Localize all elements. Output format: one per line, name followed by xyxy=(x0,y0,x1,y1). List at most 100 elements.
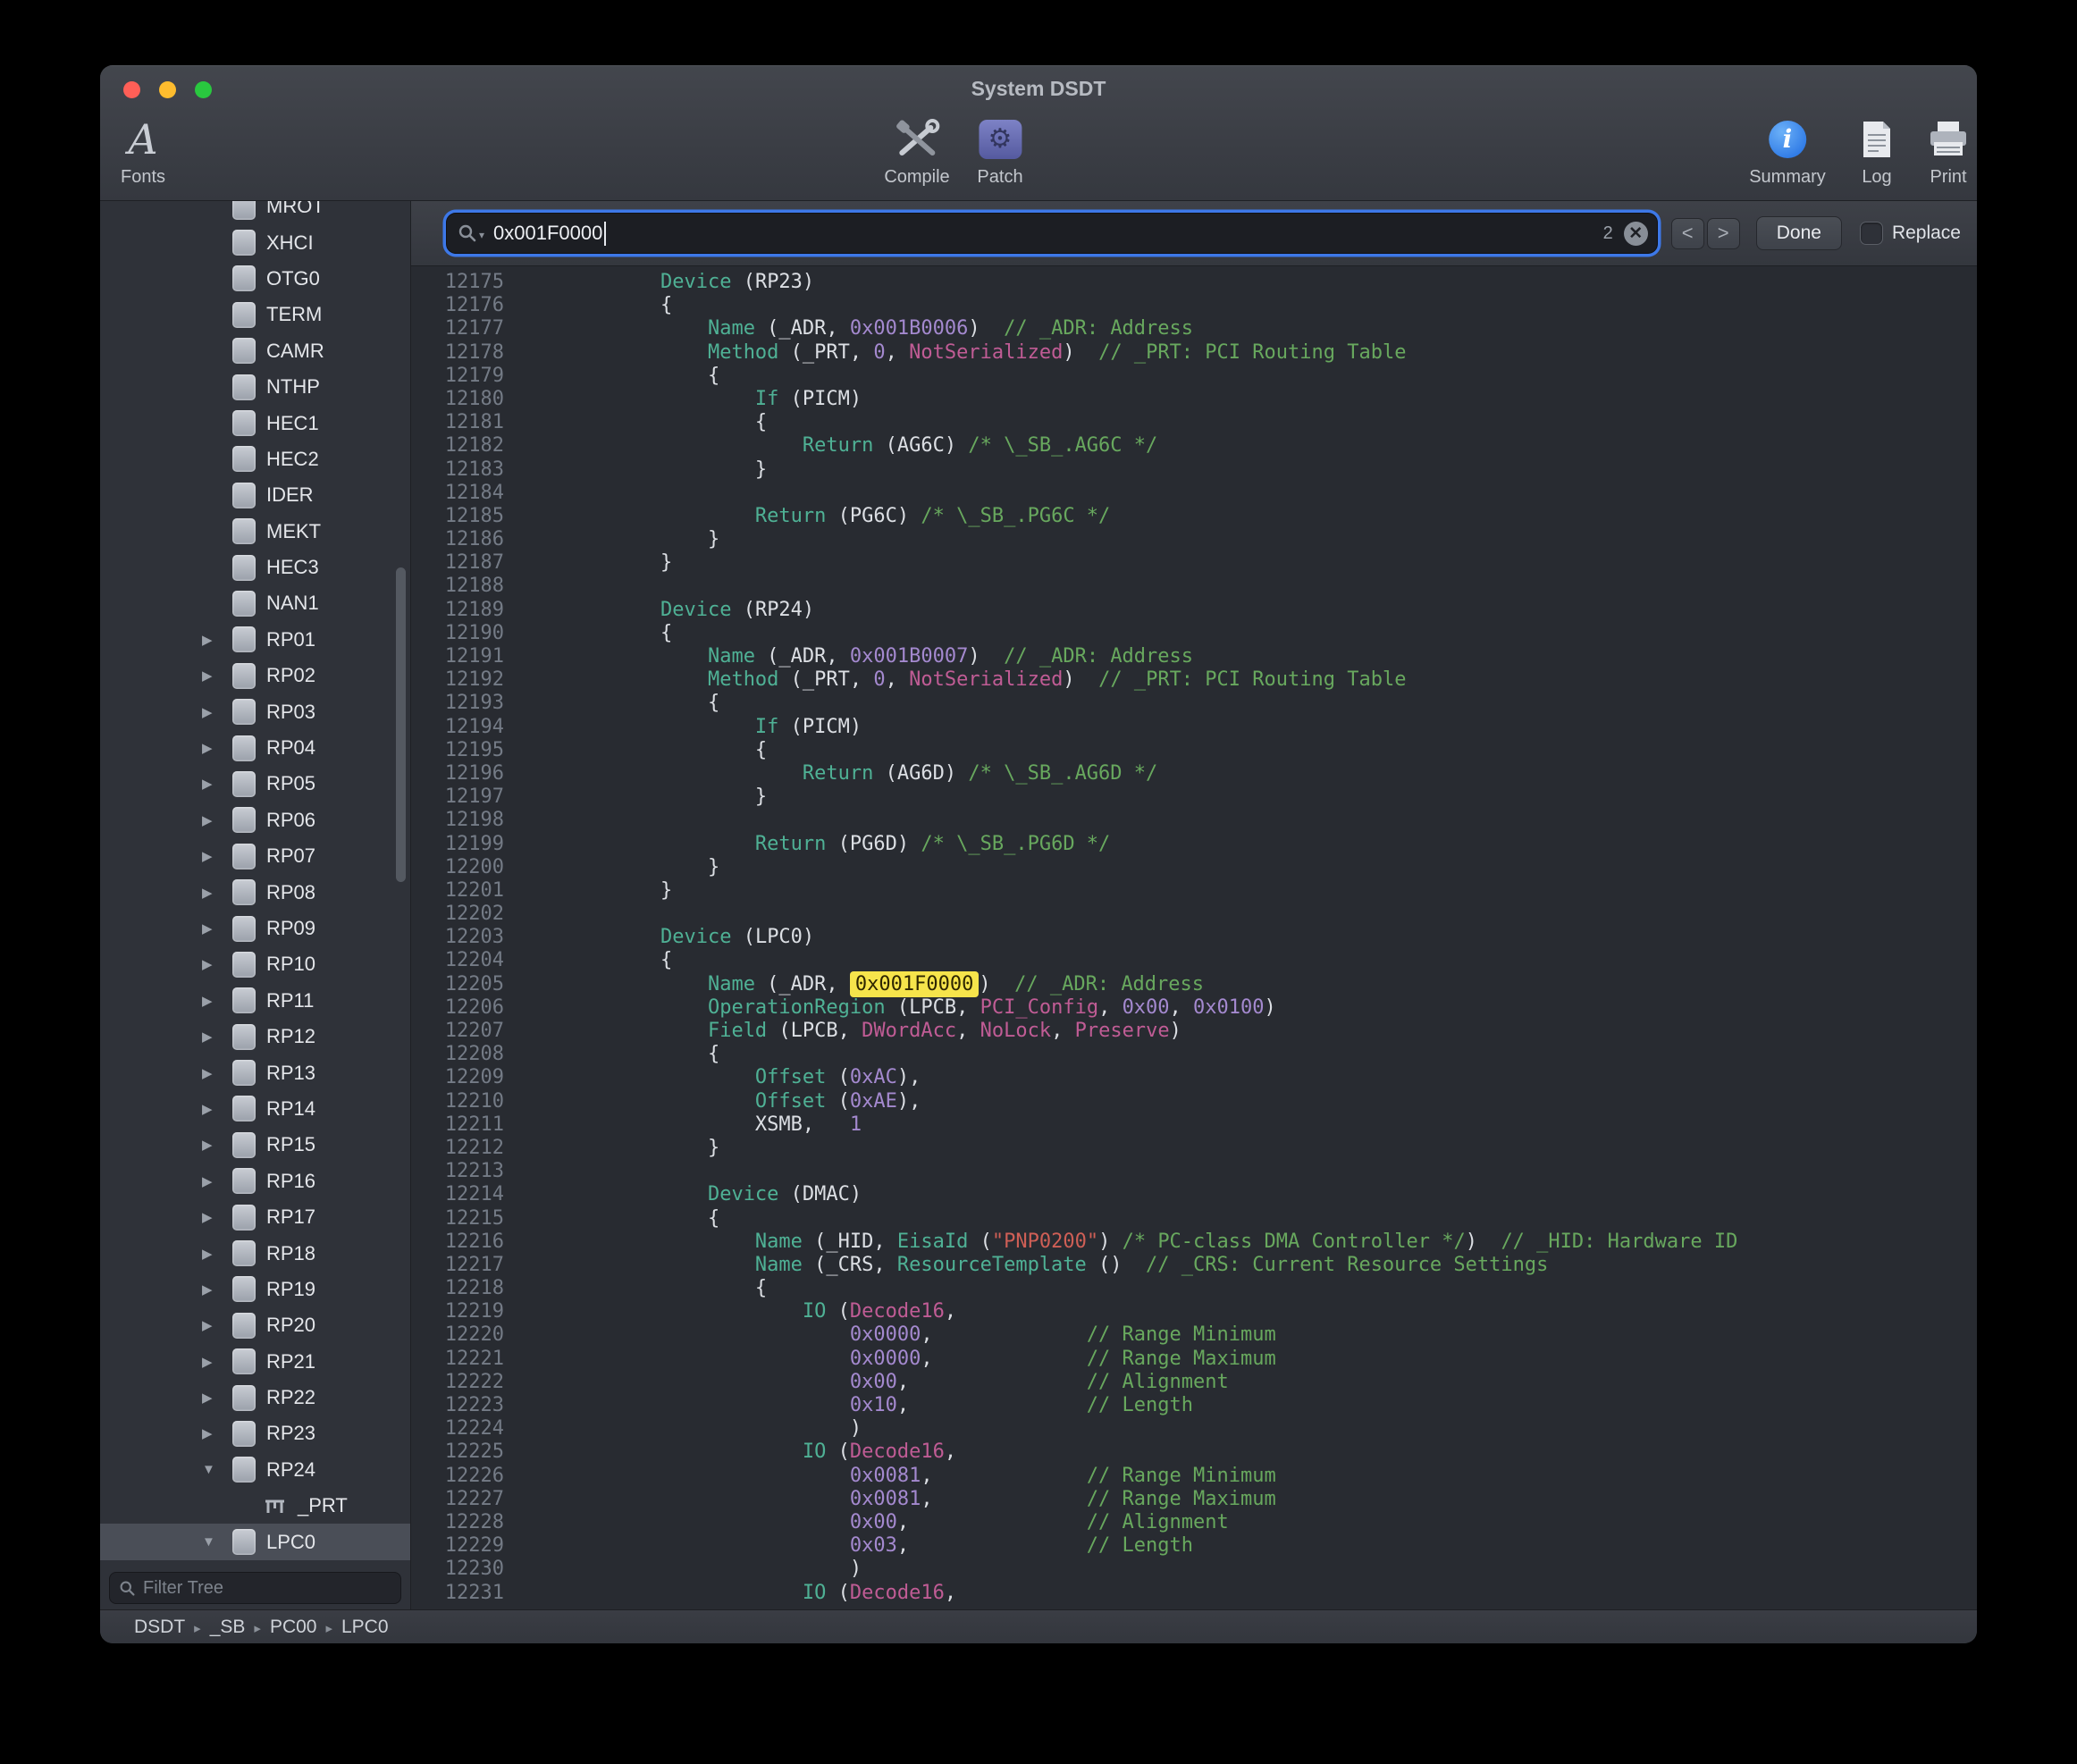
sidebar-item-prt[interactable]: _PRT xyxy=(100,1488,410,1524)
sidebar-item-rp13[interactable]: ▶RP13 xyxy=(100,1054,410,1090)
sidebar-item-label: RP21 xyxy=(266,1350,315,1373)
sidebar-item-rp09[interactable]: ▶RP09 xyxy=(100,911,410,946)
compile-button[interactable]: Compile xyxy=(884,113,949,188)
sidebar-item-rp17[interactable]: ▶RP17 xyxy=(100,1199,410,1235)
disclosure-triangle-icon[interactable]: ▶ xyxy=(202,1029,232,1045)
previous-match-button[interactable]: < xyxy=(1671,218,1704,249)
sidebar-item-rp10[interactable]: ▶RP10 xyxy=(100,946,410,982)
line-number: 12217 xyxy=(411,1254,504,1277)
sidebar-item-term[interactable]: TERM xyxy=(100,297,410,332)
fonts-label: Fonts xyxy=(121,167,165,188)
disclosure-triangle-icon[interactable]: ▶ xyxy=(202,1246,232,1262)
filter-tree-input[interactable] xyxy=(143,1578,391,1599)
replace-checkbox[interactable] xyxy=(1860,222,1883,245)
replace-label: Replace xyxy=(1892,223,1961,244)
sidebar-item-camr[interactable]: CAMR xyxy=(100,333,410,369)
sidebar-item-rp01[interactable]: ▶RP01 xyxy=(100,622,410,658)
sidebar-item-rp04[interactable]: ▶RP04 xyxy=(100,730,410,766)
sidebar-item-rp18[interactable]: ▶RP18 xyxy=(100,1235,410,1271)
sidebar-item-hec1[interactable]: HEC1 xyxy=(100,405,410,441)
code-area[interactable]: Device (RP23) { Name (_ADR, 0x001B0006) … xyxy=(518,266,1977,1609)
disclosure-triangle-icon[interactable]: ▶ xyxy=(202,848,232,864)
sidebar-item-rp23[interactable]: ▶RP23 xyxy=(100,1415,410,1451)
next-match-button[interactable]: > xyxy=(1707,218,1740,249)
sidebar-item-mekt[interactable]: MEKT xyxy=(100,514,410,550)
log-button[interactable]: Log xyxy=(1861,113,1893,188)
sidebar-item-rp06[interactable]: ▶ RP06 xyxy=(100,802,410,838)
breadcrumb-item-dsdt[interactable]: DSDT xyxy=(134,1617,185,1638)
disclosure-triangle-icon[interactable]: ▶ xyxy=(202,776,232,792)
scope-icon xyxy=(232,807,256,833)
disclosure-triangle-icon[interactable]: ▶ xyxy=(202,812,232,828)
sidebar-item-rp12[interactable]: ▶RP12 xyxy=(100,1019,410,1054)
disclosure-triangle-icon[interactable]: ▶ xyxy=(202,668,232,684)
disclosure-triangle-icon[interactable]: ▶ xyxy=(202,1101,232,1117)
sidebar-item-rp11[interactable]: ▶RP11 xyxy=(100,983,410,1019)
sidebar-item-rp24[interactable]: ▼RP24 xyxy=(100,1452,410,1488)
sidebar-item-rp22[interactable]: ▶RP22 xyxy=(100,1380,410,1415)
sidebar-item-nan1[interactable]: NAN1 xyxy=(100,585,410,621)
line-number: 12229 xyxy=(411,1534,504,1558)
code-line: Return (AG6D) /* \_SB_.AG6D */ xyxy=(566,762,1977,785)
sidebar-item-rp05[interactable]: ▶RP05 xyxy=(100,766,410,802)
disclosure-triangle-icon[interactable]: ▼ xyxy=(202,1462,232,1477)
disclosure-triangle-icon[interactable]: ▶ xyxy=(202,920,232,937)
disclosure-triangle-icon[interactable]: ▶ xyxy=(202,956,232,972)
sidebar-item-rp19[interactable]: ▶RP19 xyxy=(100,1272,410,1307)
disclosure-triangle-icon[interactable]: ▶ xyxy=(202,1065,232,1081)
match-nav-group: < > xyxy=(1671,218,1740,249)
sidebar-item-rp03[interactable]: ▶RP03 xyxy=(100,693,410,729)
sidebar-item-hec2[interactable]: HEC2 xyxy=(100,441,410,477)
code-line: } xyxy=(566,528,1977,551)
disclosure-triangle-icon[interactable]: ▶ xyxy=(202,1390,232,1406)
disclosure-triangle-icon[interactable]: ▶ xyxy=(202,740,232,756)
sidebar-item-rp02[interactable]: ▶RP02 xyxy=(100,658,410,693)
disclosure-triangle-icon[interactable]: ▶ xyxy=(202,632,232,648)
scope-icon xyxy=(232,410,256,436)
line-number: 12206 xyxy=(411,996,504,1020)
sidebar-item-rp20[interactable]: ▶RP20 xyxy=(100,1307,410,1343)
done-button[interactable]: Done xyxy=(1756,216,1842,250)
sidebar-item-label: RP06 xyxy=(266,809,315,832)
breadcrumb-item-pc00[interactable]: PC00 xyxy=(270,1617,317,1638)
scope-icon xyxy=(232,844,256,869)
sidebar-item-nthp[interactable]: NTHP xyxy=(100,369,410,405)
sidebar-item-mrot[interactable]: MROT xyxy=(100,201,410,224)
code-line: Name (_ADR, 0x001B0006) // _ADR: Address xyxy=(566,317,1977,340)
disclosure-triangle-icon[interactable]: ▶ xyxy=(202,704,232,720)
sidebar-item-ider[interactable]: IDER xyxy=(100,477,410,513)
sidebar-tree: MROTXHCIOTG0TERMCAMRNTHPHEC1HEC2IDERMEKT… xyxy=(100,201,410,1572)
search-field[interactable]: ▾ 0x001F0000 2 ✕ xyxy=(447,214,1657,253)
disclosure-triangle-icon[interactable]: ▶ xyxy=(202,885,232,901)
summary-button[interactable]: i Summary xyxy=(1749,113,1826,188)
disclosure-triangle-icon[interactable]: ▶ xyxy=(202,993,232,1009)
disclosure-triangle-icon[interactable]: ▶ xyxy=(202,1425,232,1441)
sidebar-item-rp16[interactable]: ▶RP16 xyxy=(100,1163,410,1199)
disclosure-triangle-icon[interactable]: ▶ xyxy=(202,1173,232,1189)
print-button[interactable]: Print xyxy=(1928,113,1969,188)
sidebar-item-lpc0[interactable]: ▼LPC0 xyxy=(100,1524,410,1559)
sidebar-item-rp21[interactable]: ▶ RP21 xyxy=(100,1344,410,1380)
sidebar-item-rp08[interactable]: ▶RP08 xyxy=(100,874,410,910)
sidebar-item-xhci[interactable]: XHCI xyxy=(100,224,410,260)
sidebar-item-rp07[interactable]: ▶RP07 xyxy=(100,838,410,874)
patch-button[interactable]: ⚙ Patch xyxy=(977,113,1022,188)
search-menu-chevron-icon[interactable]: ▾ xyxy=(479,229,484,241)
disclosure-triangle-icon[interactable]: ▶ xyxy=(202,1209,232,1225)
scope-icon xyxy=(232,1348,256,1374)
disclosure-triangle-icon[interactable]: ▶ xyxy=(202,1317,232,1333)
disclosure-triangle-icon[interactable]: ▶ xyxy=(202,1137,232,1153)
fonts-button[interactable]: A Fonts xyxy=(121,113,165,188)
disclosure-triangle-icon[interactable]: ▼ xyxy=(202,1534,232,1550)
clear-search-button[interactable]: ✕ xyxy=(1624,222,1648,246)
disclosure-triangle-icon[interactable]: ▶ xyxy=(202,1281,232,1298)
sidebar-item-otg0[interactable]: OTG0 xyxy=(100,261,410,297)
sidebar-item-hec3[interactable]: HEC3 xyxy=(100,550,410,585)
sidebar-item-rp15[interactable]: ▶RP15 xyxy=(100,1127,410,1163)
disclosure-triangle-icon[interactable]: ▶ xyxy=(202,1354,232,1370)
breadcrumb-item-sb[interactable]: _SB xyxy=(210,1617,246,1638)
breadcrumb-item-lpc0[interactable]: LPC0 xyxy=(341,1617,389,1638)
sidebar-item-rp14[interactable]: ▶RP14 xyxy=(100,1091,410,1127)
sidebar-scrollbar[interactable] xyxy=(396,567,406,882)
filter-tree-field[interactable] xyxy=(109,1572,401,1604)
